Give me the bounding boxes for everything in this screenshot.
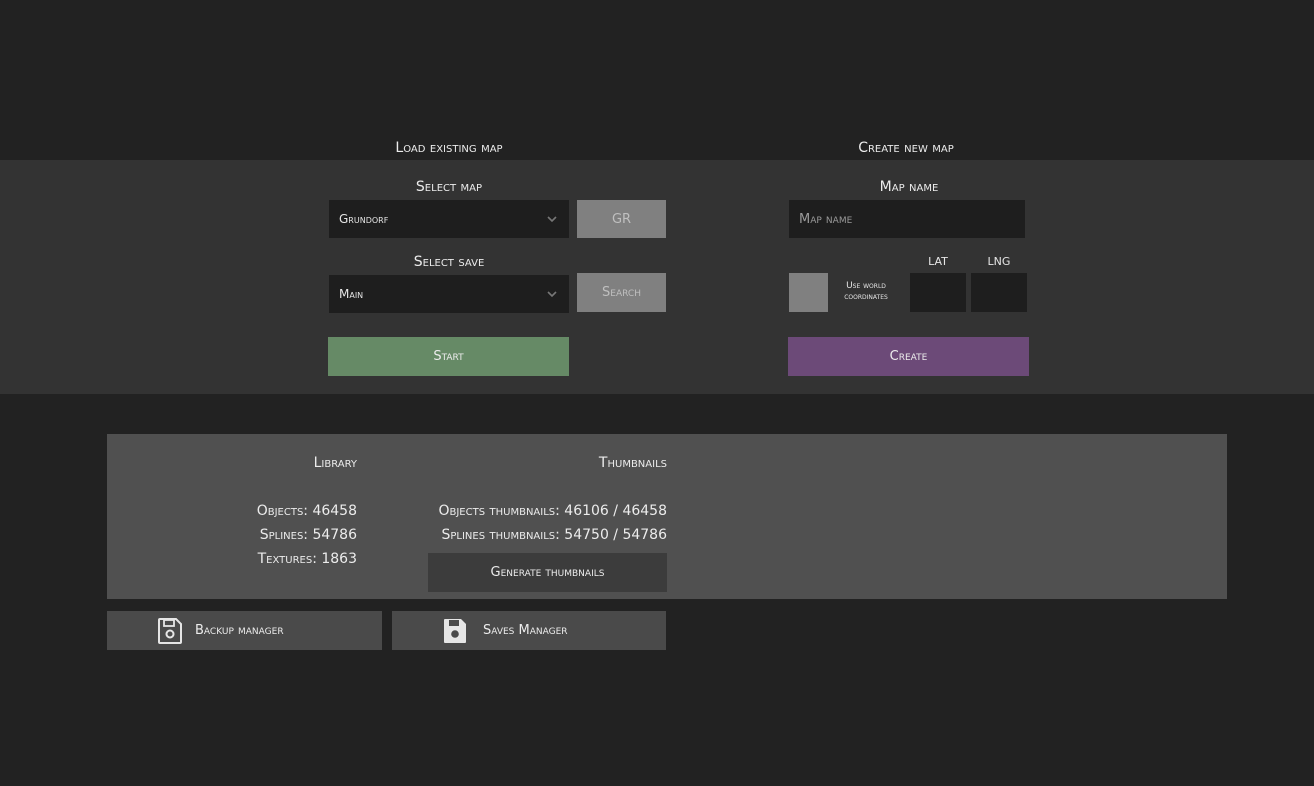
library-splines-count: Splines: 54786 (259, 527, 357, 543)
library-objects-count: Objects: 46458 (256, 503, 357, 519)
thumbnails-title: Thumbnails (598, 455, 667, 471)
saves-manager-label: Saves Manager (483, 623, 568, 638)
create-section-title: Create new map (858, 140, 954, 156)
objects-thumbnails-count: Objects thumbnails: 46106 / 46458 (438, 503, 667, 519)
selected-map-value: Grundorf (339, 212, 389, 226)
library-textures-count: Textures: 1863 (257, 551, 357, 567)
chevron-down-icon (547, 291, 557, 298)
map-code-button[interactable]: GR (577, 200, 666, 238)
library-title: Library (313, 455, 357, 471)
lng-input[interactable] (971, 273, 1027, 312)
start-button[interactable]: Start (328, 337, 569, 376)
floppy-filled-icon (444, 618, 466, 643)
select-map-dropdown[interactable]: Grundorf (329, 200, 569, 238)
create-button[interactable]: Create (788, 337, 1029, 376)
lat-input[interactable] (910, 273, 966, 312)
chevron-down-icon (547, 216, 557, 223)
splines-thumbnails-count: Splines thumbnails: 54750 / 54786 (441, 527, 667, 543)
map-name-input[interactable] (789, 200, 1025, 238)
search-button[interactable]: Search (577, 273, 666, 312)
floppy-outline-icon (158, 617, 182, 644)
backup-manager-label: Backup manager (195, 623, 284, 638)
map-name-label: Map name (879, 179, 939, 195)
lng-label: LNG (987, 255, 1011, 268)
select-save-label: Select save (413, 254, 485, 270)
select-save-dropdown[interactable]: Main (329, 275, 569, 313)
use-world-coordinates-checkbox[interactable] (789, 273, 828, 312)
generate-thumbnails-button[interactable]: Generate thumbnails (428, 553, 667, 592)
selected-save-value: Main (339, 287, 364, 301)
use-world-coordinates-label: Use world coordinates (844, 281, 888, 302)
saves-manager-button[interactable]: Saves Manager (392, 611, 666, 650)
backup-manager-button[interactable]: Backup manager (107, 611, 382, 650)
load-section-title: Load existing map (395, 140, 503, 156)
lat-label: LAT (928, 255, 948, 268)
select-map-label: Select map (415, 179, 483, 195)
